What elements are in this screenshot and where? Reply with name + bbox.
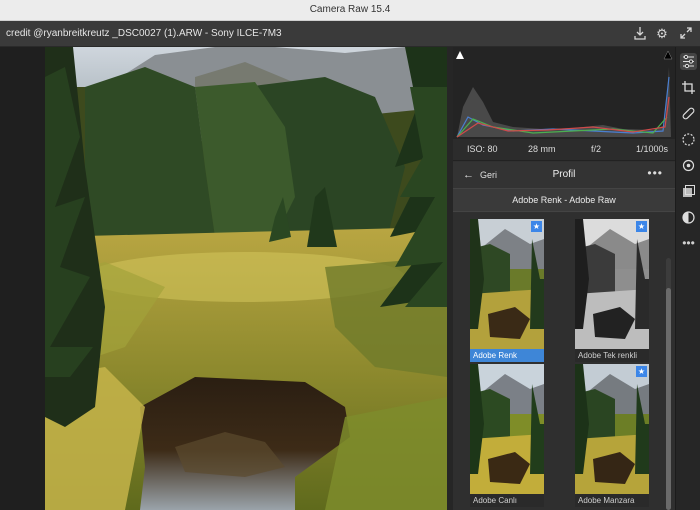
favorite-star-icon[interactable]: ★ bbox=[636, 366, 647, 377]
more-options-icon[interactable]: ••• bbox=[647, 166, 663, 180]
scrollbar-thumb[interactable] bbox=[666, 288, 671, 510]
save-icon[interactable] bbox=[632, 26, 648, 42]
gear-icon[interactable]: ⚙ bbox=[654, 26, 670, 42]
shutter-speed: 1/1000s bbox=[636, 144, 669, 154]
histogram bbox=[453, 47, 675, 139]
profile-preview bbox=[575, 364, 649, 494]
window-title: Camera Raw 15.4 bbox=[309, 4, 391, 15]
profile-preview bbox=[575, 219, 649, 349]
window-titlebar: Camera Raw 15.4 bbox=[0, 0, 700, 21]
masking-icon[interactable] bbox=[680, 131, 697, 148]
profile-title: Profil bbox=[552, 169, 576, 180]
snapshots-icon[interactable] bbox=[680, 183, 697, 200]
profile-group-name: Adobe Renk - Adobe Raw bbox=[512, 195, 616, 205]
profile-scrollbar[interactable] bbox=[666, 258, 671, 510]
file-bar: credit @ryanbreitkreutz _DSC0027 (1).ARW… bbox=[0, 21, 700, 47]
redeye-icon[interactable] bbox=[680, 157, 697, 174]
profile-label: Adobe Renk bbox=[470, 349, 544, 362]
more-icon[interactable]: ••• bbox=[680, 235, 697, 252]
profile-label: Adobe Tek renkli bbox=[575, 349, 649, 362]
tool-strip: ••• bbox=[675, 47, 700, 510]
profile-preview bbox=[470, 364, 544, 494]
camera-info: ISO: 80 28 mm f/2 1/1000s bbox=[453, 139, 675, 161]
expand-icon[interactable] bbox=[678, 26, 694, 42]
landscape-photo bbox=[45, 47, 447, 510]
left-strip bbox=[0, 47, 45, 510]
healing-icon[interactable] bbox=[680, 105, 697, 122]
profile-preview bbox=[470, 219, 544, 349]
edit-sliders-icon[interactable] bbox=[680, 53, 697, 70]
iso-value: ISO: 80 bbox=[467, 144, 498, 154]
favorite-star-icon[interactable]: ★ bbox=[531, 221, 542, 232]
camera-raw-window: Camera Raw 15.4 credit @ryanbreitkreutz … bbox=[0, 0, 700, 510]
file-name: credit @ryanbreitkreutz _DSC0027 (1).ARW… bbox=[6, 28, 282, 39]
crop-icon[interactable] bbox=[680, 79, 697, 96]
profile-grid: ★ Adobe Renk ★ Adobe Tek renkli Adobe Ca… bbox=[453, 213, 675, 510]
focal-length: 28 mm bbox=[528, 144, 556, 154]
profile-group-header[interactable]: Adobe Renk - Adobe Raw bbox=[453, 188, 675, 212]
edit-panel: ISO: 80 28 mm f/2 1/1000s ← Geri Profil •… bbox=[453, 47, 675, 510]
presets-icon[interactable] bbox=[680, 209, 697, 226]
profile-header: ← Geri Profil ••• bbox=[453, 162, 675, 188]
favorite-star-icon[interactable]: ★ bbox=[636, 221, 647, 232]
aperture: f/2 bbox=[591, 144, 602, 154]
profile-label: Adobe Canlı bbox=[470, 494, 544, 507]
photo-canvas[interactable] bbox=[45, 47, 447, 510]
profile-label: Adobe Manzara bbox=[575, 494, 649, 507]
